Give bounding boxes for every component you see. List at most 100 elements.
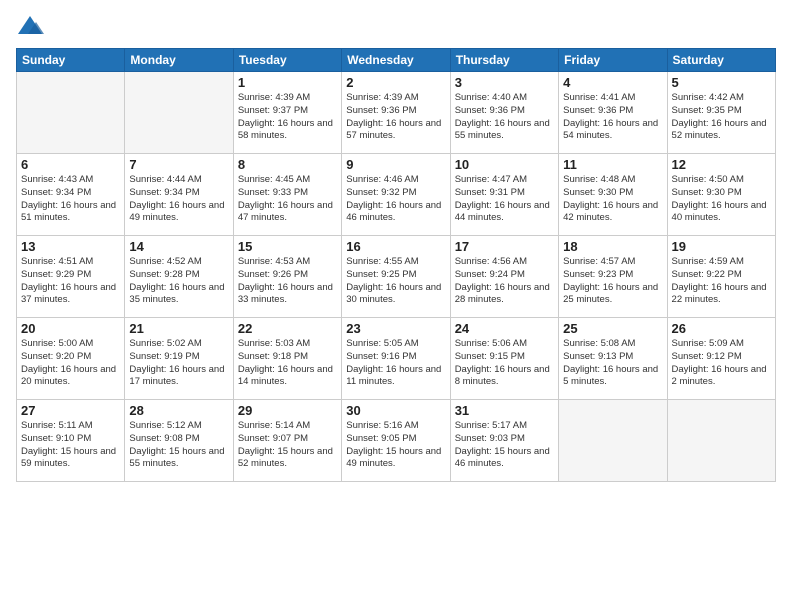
day-info: Sunrise: 5:16 AM Sunset: 9:05 PM Dayligh… <box>346 420 445 471</box>
day-info: Sunrise: 4:40 AM Sunset: 9:36 PM Dayligh… <box>455 92 554 143</box>
day-number: 12 <box>672 157 771 172</box>
calendar-cell: 24 Sunrise: 5:06 AM Sunset: 9:15 PM Dayli… <box>450 318 558 400</box>
day-header-sunday: Sunday <box>17 49 125 72</box>
day-info: Sunrise: 4:53 AM Sunset: 9:26 PM Dayligh… <box>238 256 337 307</box>
day-info: Sunrise: 4:41 AM Sunset: 9:36 PM Dayligh… <box>563 92 662 143</box>
day-number: 20 <box>21 321 120 336</box>
day-header-saturday: Saturday <box>667 49 775 72</box>
day-info: Sunrise: 4:52 AM Sunset: 9:28 PM Dayligh… <box>129 256 228 307</box>
day-number: 9 <box>346 157 445 172</box>
calendar-cell <box>667 400 775 482</box>
day-header-monday: Monday <box>125 49 233 72</box>
page: SundayMondayTuesdayWednesdayThursdayFrid… <box>0 0 792 612</box>
day-info: Sunrise: 4:43 AM Sunset: 9:34 PM Dayligh… <box>21 174 120 225</box>
calendar-cell <box>559 400 667 482</box>
calendar-cell: 20Sunrise: 5:00 AM Sunset: 9:20 PM Dayli… <box>17 318 125 400</box>
day-info: Sunrise: 5:11 AM Sunset: 9:10 PM Dayligh… <box>21 420 120 471</box>
day-number: 16 <box>346 239 445 254</box>
day-number: 8 <box>238 157 337 172</box>
day-number: 24 <box>455 321 554 336</box>
day-info: Sunrise: 4:45 AM Sunset: 9:33 PM Dayligh… <box>238 174 337 225</box>
day-info: Sunrise: 4:59 AM Sunset: 9:22 PM Dayligh… <box>672 256 771 307</box>
day-info: Sunrise: 4:56 AM Sunset: 9:24 PM Dayligh… <box>455 256 554 307</box>
day-number: 21 <box>129 321 228 336</box>
logo-icon <box>16 12 44 40</box>
day-info: Sunrise: 5:14 AM Sunset: 9:07 PM Dayligh… <box>238 420 337 471</box>
week-row-0: 1 Sunrise: 4:39 AM Sunset: 9:37 PM Daylig… <box>17 72 776 154</box>
day-info: Sunrise: 5:02 AM Sunset: 9:19 PM Dayligh… <box>129 338 228 389</box>
day-info: Sunrise: 4:39 AM Sunset: 9:36 PM Dayligh… <box>346 92 445 143</box>
calendar-cell: 5Sunrise: 4:42 AM Sunset: 9:35 PM Daylig… <box>667 72 775 154</box>
calendar-cell: 18 Sunrise: 4:57 AM Sunset: 9:23 PM Dayli… <box>559 236 667 318</box>
day-info: Sunrise: 4:39 AM Sunset: 9:37 PM Dayligh… <box>238 92 337 143</box>
day-number: 27 <box>21 403 120 418</box>
day-number: 1 <box>238 75 337 90</box>
calendar-cell: 23 Sunrise: 5:05 AM Sunset: 9:16 PM Dayli… <box>342 318 450 400</box>
calendar-cell: 11 Sunrise: 4:48 AM Sunset: 9:30 PM Dayli… <box>559 154 667 236</box>
day-info: Sunrise: 5:17 AM Sunset: 9:03 PM Dayligh… <box>455 420 554 471</box>
calendar-cell: 12 Sunrise: 4:50 AM Sunset: 9:30 PM Dayli… <box>667 154 775 236</box>
day-number: 11 <box>563 157 662 172</box>
calendar-cell: 14 Sunrise: 4:52 AM Sunset: 9:28 PM Dayli… <box>125 236 233 318</box>
day-number: 15 <box>238 239 337 254</box>
logo <box>16 12 48 40</box>
day-number: 31 <box>455 403 554 418</box>
calendar-cell: 10Sunrise: 4:47 AM Sunset: 9:31 PM Dayli… <box>450 154 558 236</box>
day-number: 14 <box>129 239 228 254</box>
week-row-3: 20Sunrise: 5:00 AM Sunset: 9:20 PM Dayli… <box>17 318 776 400</box>
calendar-header: SundayMondayTuesdayWednesdayThursdayFrid… <box>17 49 776 72</box>
day-info: Sunrise: 4:55 AM Sunset: 9:25 PM Dayligh… <box>346 256 445 307</box>
day-number: 29 <box>238 403 337 418</box>
calendar-cell: 30 Sunrise: 5:16 AM Sunset: 9:05 PM Dayli… <box>342 400 450 482</box>
calendar-cell: 13 Sunrise: 4:51 AM Sunset: 9:29 PM Dayli… <box>17 236 125 318</box>
day-info: Sunrise: 4:48 AM Sunset: 9:30 PM Dayligh… <box>563 174 662 225</box>
day-number: 23 <box>346 321 445 336</box>
day-number: 5 <box>672 75 771 90</box>
calendar-cell: 16 Sunrise: 4:55 AM Sunset: 9:25 PM Dayli… <box>342 236 450 318</box>
calendar: SundayMondayTuesdayWednesdayThursdayFrid… <box>16 48 776 482</box>
day-info: Sunrise: 5:03 AM Sunset: 9:18 PM Dayligh… <box>238 338 337 389</box>
day-info: Sunrise: 5:06 AM Sunset: 9:15 PM Dayligh… <box>455 338 554 389</box>
day-info: Sunrise: 4:57 AM Sunset: 9:23 PM Dayligh… <box>563 256 662 307</box>
day-info: Sunrise: 4:46 AM Sunset: 9:32 PM Dayligh… <box>346 174 445 225</box>
calendar-cell: 28Sunrise: 5:12 AM Sunset: 9:08 PM Dayli… <box>125 400 233 482</box>
calendar-cell: 19 Sunrise: 4:59 AM Sunset: 9:22 PM Dayli… <box>667 236 775 318</box>
header <box>16 12 776 40</box>
day-number: 19 <box>672 239 771 254</box>
day-number: 30 <box>346 403 445 418</box>
day-info: Sunrise: 4:50 AM Sunset: 9:30 PM Dayligh… <box>672 174 771 225</box>
day-number: 13 <box>21 239 120 254</box>
day-info: Sunrise: 5:12 AM Sunset: 9:08 PM Dayligh… <box>129 420 228 471</box>
day-number: 18 <box>563 239 662 254</box>
day-number: 4 <box>563 75 662 90</box>
calendar-cell: 26 Sunrise: 5:09 AM Sunset: 9:12 PM Dayli… <box>667 318 775 400</box>
calendar-cell: 29 Sunrise: 5:14 AM Sunset: 9:07 PM Dayli… <box>233 400 341 482</box>
week-row-2: 13 Sunrise: 4:51 AM Sunset: 9:29 PM Dayli… <box>17 236 776 318</box>
calendar-cell <box>125 72 233 154</box>
calendar-cell: 4 Sunrise: 4:41 AM Sunset: 9:36 PM Daylig… <box>559 72 667 154</box>
calendar-cell: 9 Sunrise: 4:46 AM Sunset: 9:32 PM Daylig… <box>342 154 450 236</box>
calendar-cell: 15 Sunrise: 4:53 AM Sunset: 9:26 PM Dayli… <box>233 236 341 318</box>
day-info: Sunrise: 5:08 AM Sunset: 9:13 PM Dayligh… <box>563 338 662 389</box>
calendar-cell: 3Sunrise: 4:40 AM Sunset: 9:36 PM Daylig… <box>450 72 558 154</box>
day-info: Sunrise: 5:05 AM Sunset: 9:16 PM Dayligh… <box>346 338 445 389</box>
calendar-cell: 7Sunrise: 4:44 AM Sunset: 9:34 PM Daylig… <box>125 154 233 236</box>
days-header-row: SundayMondayTuesdayWednesdayThursdayFrid… <box>17 49 776 72</box>
calendar-cell: 17Sunrise: 4:56 AM Sunset: 9:24 PM Dayli… <box>450 236 558 318</box>
calendar-cell: 2 Sunrise: 4:39 AM Sunset: 9:36 PM Daylig… <box>342 72 450 154</box>
day-info: Sunrise: 4:47 AM Sunset: 9:31 PM Dayligh… <box>455 174 554 225</box>
day-info: Sunrise: 5:09 AM Sunset: 9:12 PM Dayligh… <box>672 338 771 389</box>
day-header-friday: Friday <box>559 49 667 72</box>
day-info: Sunrise: 4:51 AM Sunset: 9:29 PM Dayligh… <box>21 256 120 307</box>
day-number: 25 <box>563 321 662 336</box>
calendar-cell: 27 Sunrise: 5:11 AM Sunset: 9:10 PM Dayli… <box>17 400 125 482</box>
day-number: 6 <box>21 157 120 172</box>
day-number: 2 <box>346 75 445 90</box>
calendar-cell: 31 Sunrise: 5:17 AM Sunset: 9:03 PM Dayli… <box>450 400 558 482</box>
calendar-body: 1 Sunrise: 4:39 AM Sunset: 9:37 PM Daylig… <box>17 72 776 482</box>
day-number: 26 <box>672 321 771 336</box>
calendar-cell: 21 Sunrise: 5:02 AM Sunset: 9:19 PM Dayli… <box>125 318 233 400</box>
day-number: 22 <box>238 321 337 336</box>
calendar-cell: 8 Sunrise: 4:45 AM Sunset: 9:33 PM Daylig… <box>233 154 341 236</box>
calendar-cell: 22 Sunrise: 5:03 AM Sunset: 9:18 PM Dayli… <box>233 318 341 400</box>
